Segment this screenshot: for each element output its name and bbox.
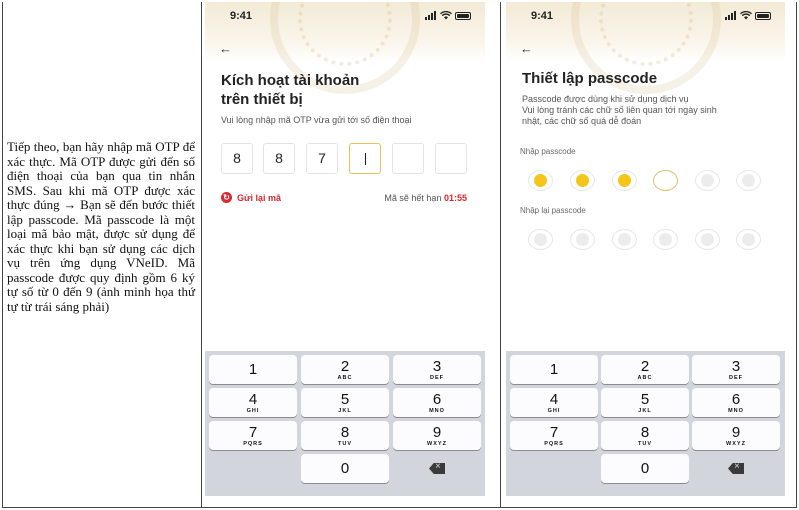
instruction-paragraph: Tiếp theo, bạn hãy nhập mã OTP để xác th… xyxy=(7,139,195,314)
confirm-dot-1[interactable] xyxy=(528,229,553,250)
key-8[interactable]: 8 TUV xyxy=(601,421,689,450)
confirm-dot-6[interactable] xyxy=(736,229,761,250)
passcode-screen: 9:41 ← Thiết lập passcode Passcode được … xyxy=(506,2,785,496)
key-1[interactable]: 1 xyxy=(209,355,297,384)
table-border-left xyxy=(2,2,3,508)
key-4[interactable]: 4 GHI xyxy=(510,388,598,417)
key-9[interactable]: 9 WXYZ xyxy=(692,421,780,450)
table-divider-2 xyxy=(500,2,501,508)
passcode-dot-1[interactable] xyxy=(528,170,553,191)
key-6[interactable]: 6 MNO xyxy=(692,388,780,417)
otp-digit-5[interactable] xyxy=(392,143,424,174)
status-time: 9:41 xyxy=(531,10,554,22)
resend-code-button[interactable]: ↻ Gửi lại mã xyxy=(221,192,281,203)
passcode-dot-2[interactable] xyxy=(570,170,595,191)
confirm-dot-2[interactable] xyxy=(570,229,595,250)
passcode-desc-line1: Passcode được dùng khi sử dụng dịch vụ xyxy=(522,94,689,104)
confirm-dot-4[interactable] xyxy=(653,229,678,250)
key-0[interactable]: 0 xyxy=(301,454,389,483)
key-2[interactable]: 2 ABC xyxy=(301,355,389,384)
signal-icon xyxy=(425,11,436,20)
status-icons xyxy=(725,11,771,20)
backspace-icon[interactable] xyxy=(692,454,780,483)
page-title-line2: trên thiết bị xyxy=(221,91,303,108)
numeric-keypad: 1 2 ABC 3 DEF 4 GHI 5 JKL 6 MNO 7 PQRS 8 TUV 9W… xyxy=(205,351,485,496)
key-4[interactable]: 4 GHI xyxy=(209,388,297,417)
status-icons xyxy=(425,11,471,20)
key-5[interactable]: 5 JKL xyxy=(601,388,689,417)
key-9[interactable]: 9 WXYZ xyxy=(393,421,481,450)
key-7[interactable]: 7 PQRS xyxy=(510,421,598,450)
backspace-icon[interactable] xyxy=(393,454,481,483)
page-title: Thiết lập passcode xyxy=(522,70,658,87)
battery-icon xyxy=(755,11,771,20)
key-3[interactable]: 3 DEF xyxy=(692,355,780,384)
confirm-dot-5[interactable] xyxy=(695,229,720,250)
wifi-icon xyxy=(440,11,452,20)
otp-screen: 9:41 ← Kích hoạt tài khoản trên thiết bị… xyxy=(205,2,485,496)
back-arrow-icon[interactable]: ← xyxy=(219,41,232,56)
status-time: 9:41 xyxy=(230,10,253,22)
wifi-icon xyxy=(740,11,752,20)
key-5[interactable]: 5 JKL xyxy=(301,388,389,417)
refresh-icon: ↻ xyxy=(221,192,232,203)
reenter-passcode-label: Nhập lại passcode xyxy=(520,206,586,215)
expire-time: 01:55 xyxy=(443,193,467,203)
battery-icon xyxy=(455,11,471,20)
key-1[interactable]: 1 xyxy=(510,355,598,384)
table-border-bottom xyxy=(2,507,797,508)
otp-digit-6[interactable] xyxy=(435,143,467,174)
passcode-dot-4[interactable] xyxy=(653,170,678,191)
expire-label: Mã sẽ hết hạn xyxy=(384,193,442,203)
key-7[interactable]: 7 PQRS xyxy=(209,421,297,450)
otp-digit-1[interactable]: 8 xyxy=(221,143,253,174)
otp-instruction: Vui lòng nhập mã OTP vừa gửi tới số điện… xyxy=(221,115,412,125)
passcode-desc-line3: nhật, các chữ số quá dễ đoán xyxy=(522,116,642,126)
expire-countdown: Mã sẽ hết hạn 01:55 xyxy=(384,193,467,203)
otp-digit-2[interactable]: 8 xyxy=(263,143,295,174)
otp-digit-3[interactable]: 7 xyxy=(306,143,338,174)
enter-passcode-label: Nhập passcode xyxy=(520,147,576,156)
signal-icon xyxy=(725,11,736,20)
otp-digit-4[interactable] xyxy=(349,143,381,174)
key-3[interactable]: 3 DEF xyxy=(393,355,481,384)
back-arrow-icon[interactable]: ← xyxy=(520,41,533,56)
numeric-keypad: 1 2 ABC 3 DEF 4 GHI 5 JKL 6 MNO 7 PQRS 8 TUV 9W… xyxy=(506,351,785,496)
passcode-dot-6[interactable] xyxy=(736,170,761,191)
passcode-desc-line2: Vui lòng tránh các chữ số liên quan tới … xyxy=(522,105,717,115)
page-title-line1: Kích hoạt tài khoản xyxy=(221,72,360,89)
table-divider-1 xyxy=(201,2,202,508)
key-8[interactable]: 8 TUV xyxy=(301,421,389,450)
text-cursor xyxy=(364,153,366,166)
table-border-right xyxy=(796,2,797,508)
resend-label: Gửi lại mã xyxy=(237,192,282,203)
key-2[interactable]: 2 ABC xyxy=(601,355,689,384)
key-0[interactable]: 0 xyxy=(601,454,689,483)
passcode-dot-5[interactable] xyxy=(695,170,720,191)
confirm-dot-3[interactable] xyxy=(612,229,637,250)
passcode-dot-3[interactable] xyxy=(612,170,637,191)
key-6[interactable]: 6 MNO xyxy=(393,388,481,417)
